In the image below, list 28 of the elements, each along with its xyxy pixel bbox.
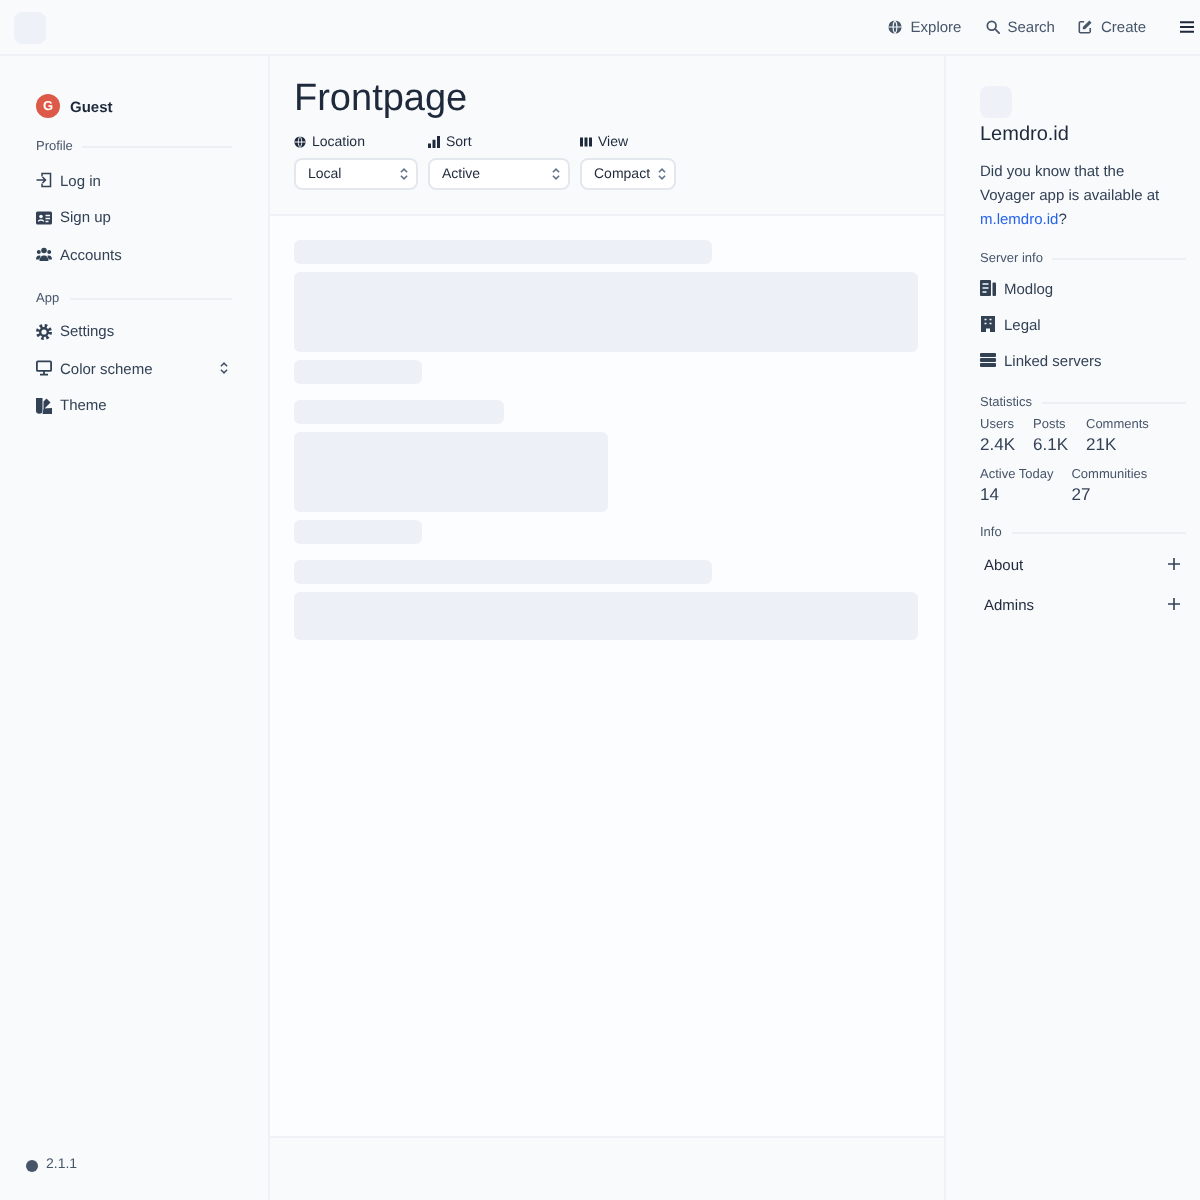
id-card-icon — [36, 209, 52, 226]
menu-icon[interactable] — [1180, 20, 1194, 34]
stat-value: 2.4K — [980, 434, 1015, 454]
status-dot-icon — [26, 1159, 38, 1171]
stat-value: 21K — [1086, 434, 1119, 454]
chevron-updown-icon — [400, 168, 408, 180]
columns-icon — [580, 136, 592, 148]
building-icon — [980, 316, 996, 332]
settings-icon — [36, 323, 52, 340]
stat-value: 6.1K — [1033, 434, 1068, 454]
pencil-square-icon — [1078, 20, 1093, 34]
chevron-updown-icon — [552, 168, 560, 180]
server-icon — [980, 352, 996, 368]
stat-value: 27 — [1071, 484, 1093, 504]
chevron-updown-icon — [220, 362, 228, 375]
chevron-updown-icon — [658, 168, 666, 180]
swatch-icon — [36, 397, 52, 414]
stat-value: 14 — [980, 484, 1001, 504]
document-icon — [980, 280, 996, 296]
server-name: Lemdro.id — [980, 124, 1071, 148]
users-icon — [36, 246, 52, 263]
globe-icon — [888, 20, 903, 34]
bar-chart-icon — [428, 136, 440, 148]
globe-icon — [294, 136, 306, 148]
sign-in-icon — [36, 172, 52, 189]
monitor-icon — [36, 360, 52, 377]
page-title: Frontpage — [294, 76, 470, 122]
search-icon — [985, 20, 1000, 34]
